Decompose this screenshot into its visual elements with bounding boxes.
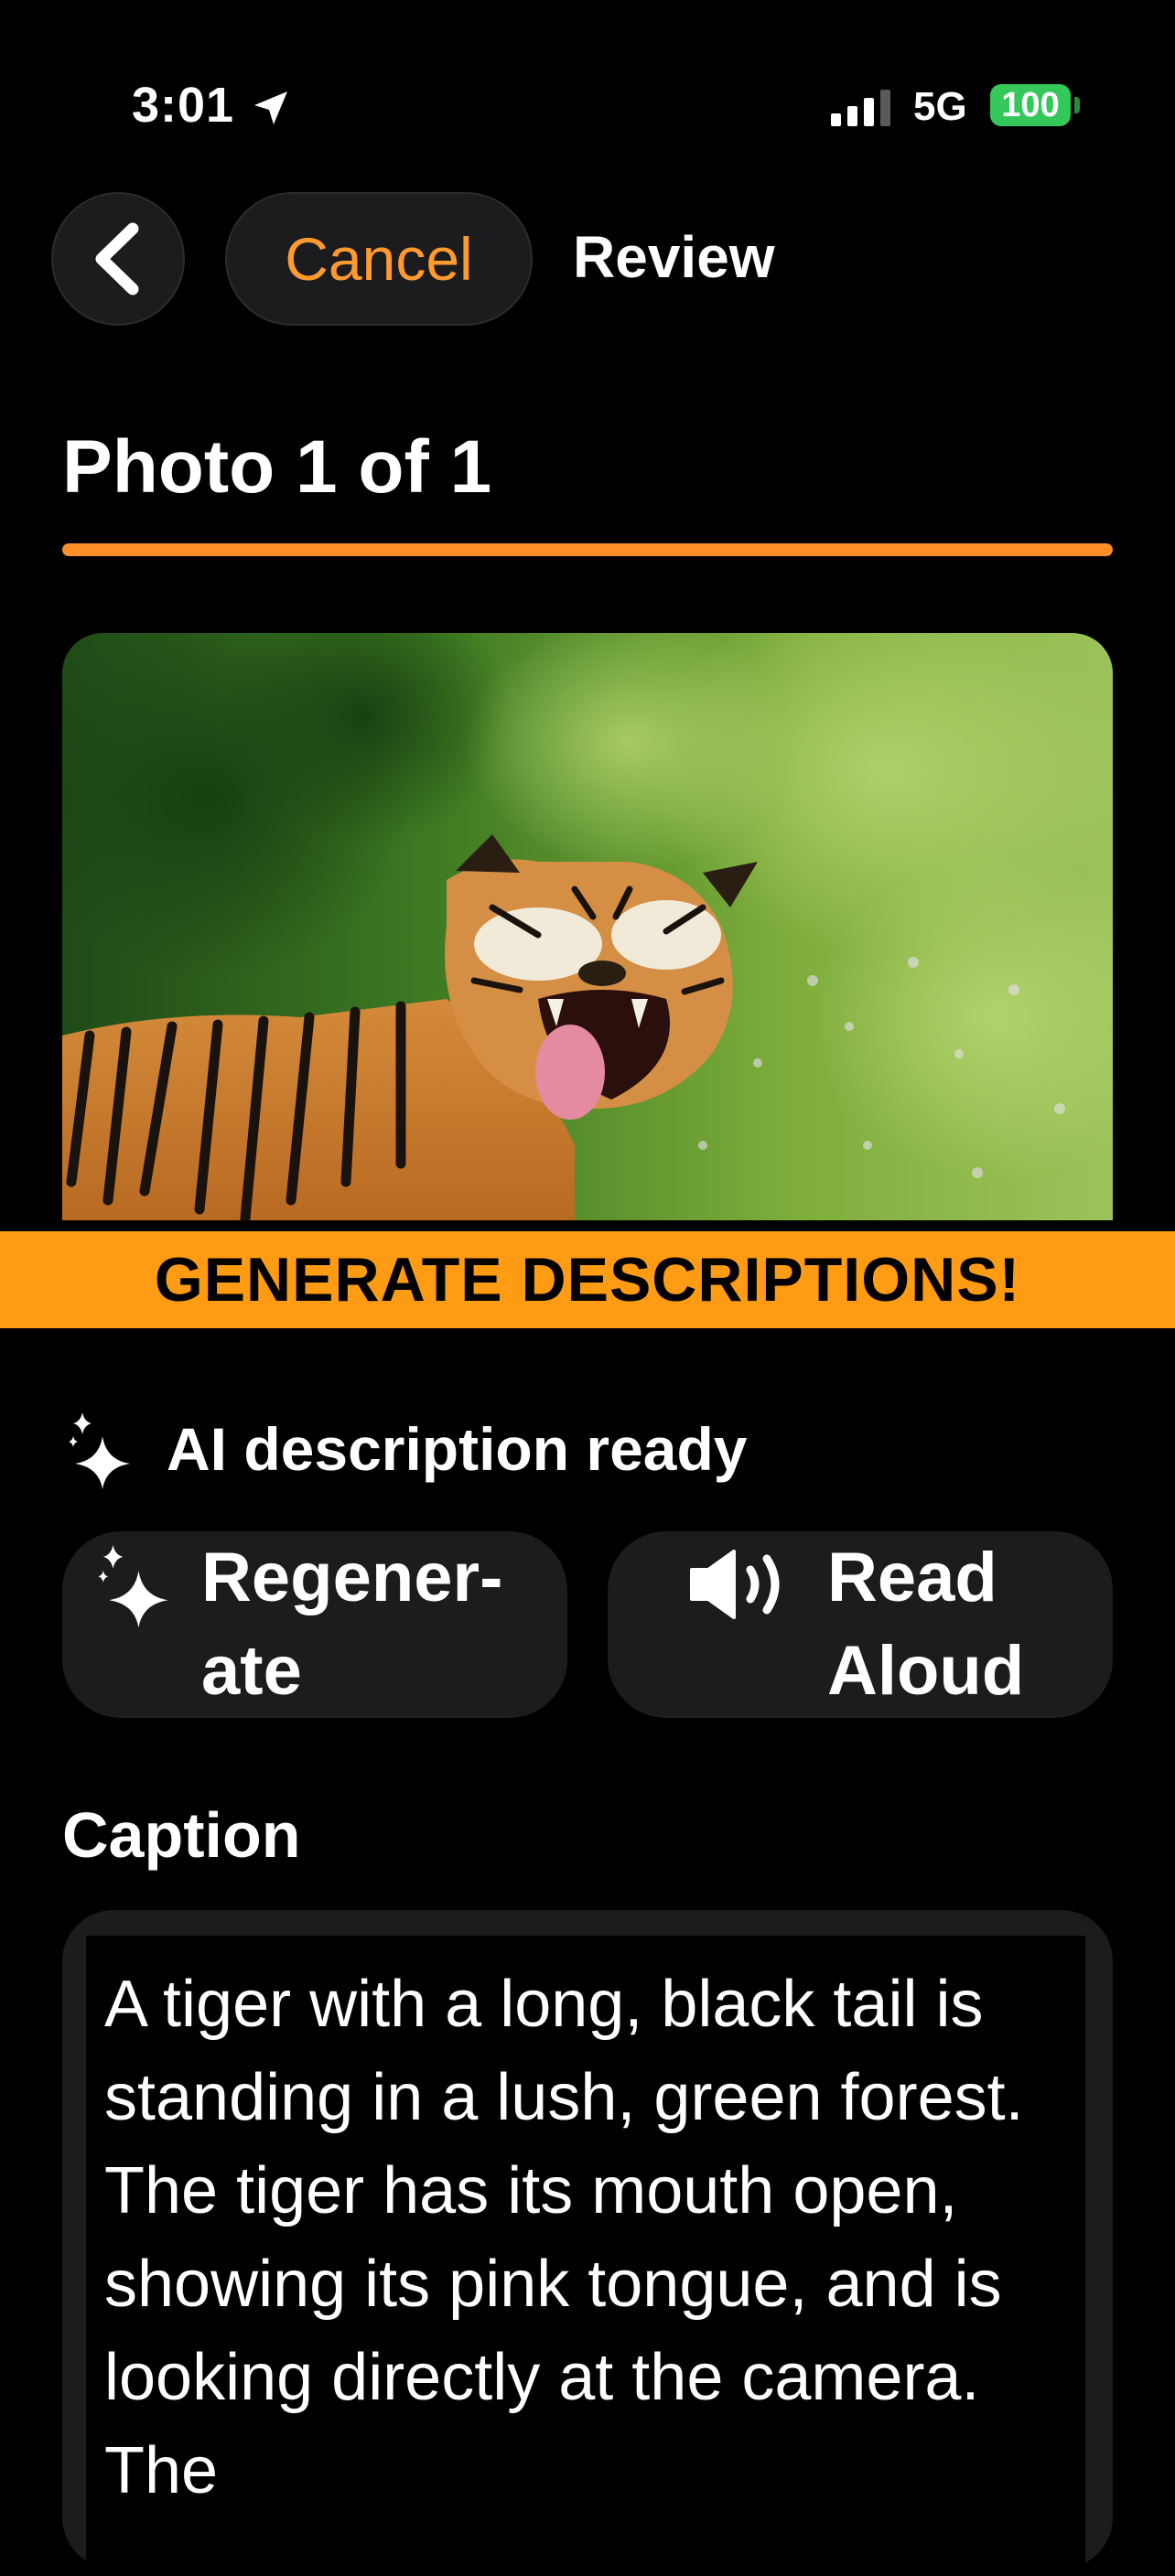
generate-descriptions-banner[interactable]: GENERATE DESCRIPTIONS! xyxy=(0,1231,1175,1328)
location-arrow-icon xyxy=(254,91,287,124)
progress-bar xyxy=(62,543,1113,556)
network-type: 5G xyxy=(913,84,967,129)
ai-status-text: AI description ready xyxy=(167,1415,748,1483)
sparkles-icon xyxy=(98,1545,168,1628)
sparkles-icon xyxy=(69,1412,130,1489)
read-aloud-button[interactable]: Read Aloud xyxy=(608,1531,1113,1718)
status-bar: 3:01 5G 100 xyxy=(0,0,1175,156)
regenerate-label: Regener- ate xyxy=(201,1539,503,1710)
photo-counter-heading: Photo 1 of 1 xyxy=(62,425,492,509)
caption-card: A tiger with a long, black tail is stand… xyxy=(62,1910,1113,2576)
cancel-button[interactable]: Cancel xyxy=(225,192,533,326)
speaker-wave-icon xyxy=(690,1550,780,1619)
caption-label: Caption xyxy=(62,1799,301,1871)
progress-fill xyxy=(62,543,1113,556)
back-button[interactable] xyxy=(51,192,185,326)
cellular-signal-icon xyxy=(831,90,890,126)
battery-indicator: 100 xyxy=(990,84,1071,126)
chevron-left-icon xyxy=(95,222,139,295)
page-title: Review xyxy=(573,224,775,290)
tiger-photo xyxy=(62,633,1113,1220)
status-time: 3:01 xyxy=(132,78,235,133)
read-aloud-label: Read Aloud xyxy=(827,1539,1025,1710)
regenerate-button[interactable]: Regener- ate xyxy=(62,1531,567,1718)
caption-text-field[interactable]: A tiger with a long, black tail is stand… xyxy=(86,1936,1085,2576)
battery-cap xyxy=(1074,97,1080,113)
